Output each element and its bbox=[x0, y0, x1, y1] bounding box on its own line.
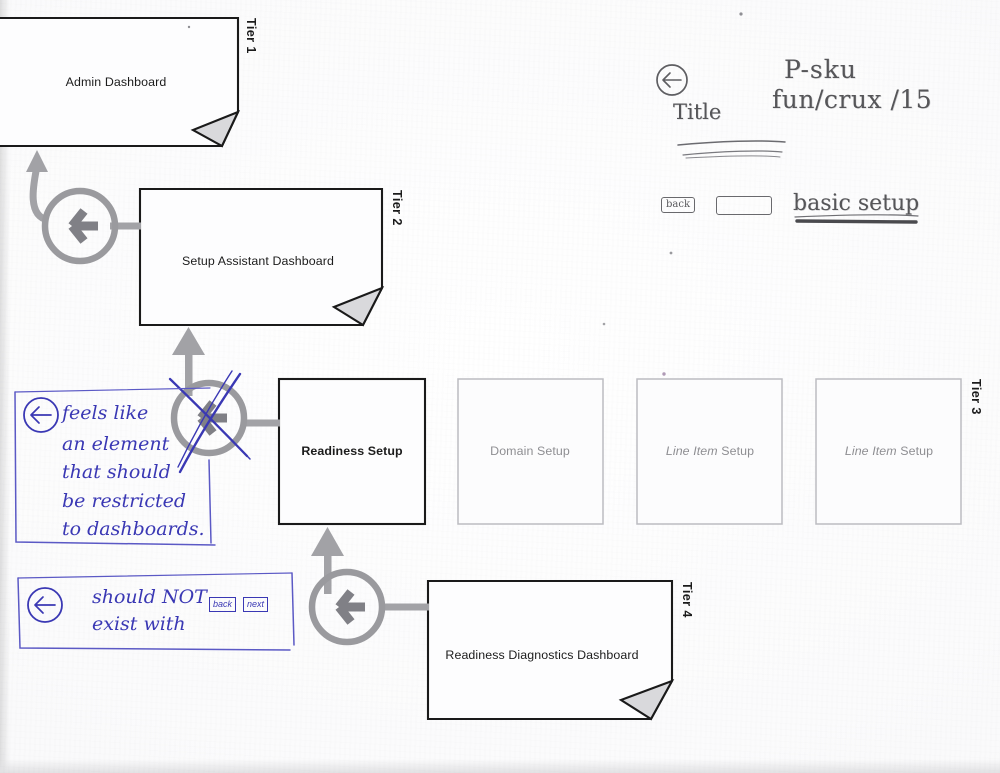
pencil-blank-button bbox=[716, 196, 772, 215]
ink-note-1-line-5: to dashboards. bbox=[62, 518, 205, 540]
pencil-title-underlines bbox=[677, 140, 786, 159]
pencil-heading-line-1: P-sku bbox=[784, 55, 857, 84]
paper-speck-3 bbox=[669, 251, 673, 255]
node-label-line-item-setup-1: Line Item Setup bbox=[666, 444, 754, 458]
node-label-readiness-setup: Readiness Setup bbox=[301, 444, 403, 458]
ink-note-1-back-arrow-glyph bbox=[30, 406, 52, 424]
ink-note-2-next-button: next bbox=[243, 597, 269, 612]
line-item-suffix-2: Setup bbox=[896, 444, 934, 458]
line-item-emphasis-1: Line Item bbox=[665, 444, 718, 458]
ink-note-1-line-4: be restricted bbox=[62, 490, 187, 512]
line-item-suffix-1: Setup bbox=[717, 444, 755, 458]
paper-speck-2 bbox=[739, 12, 743, 16]
ink-note-1-line-2: an element bbox=[62, 433, 170, 455]
tier-label-2: Tier 2 bbox=[390, 190, 404, 226]
pencil-heading-line-2: fun/crux /15 bbox=[772, 85, 933, 114]
diagram-stage: Admin Dashboard Setup Assistant Dashboar… bbox=[0, 0, 1000, 773]
ink-note-1-line-3: that should bbox=[62, 461, 171, 483]
pencil-back-arrow-glyph bbox=[662, 72, 682, 88]
paper-speck-4 bbox=[602, 322, 606, 326]
tier-label-1: Tier 1 bbox=[244, 18, 258, 54]
node-label-line-item-setup-2: Line Item Setup bbox=[845, 444, 933, 458]
tier-label-3: Tier 3 bbox=[969, 379, 983, 415]
pencil-back-button: back bbox=[661, 197, 696, 213]
node-label-domain-setup: Domain Setup bbox=[490, 444, 570, 458]
strike-out-mark-tier3 bbox=[168, 370, 251, 474]
node-label-admin-dashboard: Admin Dashboard bbox=[65, 75, 167, 89]
ink-note-2-back-arrow-glyph bbox=[34, 596, 56, 614]
line-item-emphasis-2: Line Item bbox=[844, 444, 897, 458]
pencil-title-word: Title bbox=[673, 100, 722, 124]
ink-note-2-line-2: exist with bbox=[92, 613, 186, 635]
ink-note-2-back-button: back bbox=[209, 597, 237, 612]
node-label-setup-assistant-dashboard: Setup Assistant Dashboard bbox=[182, 254, 334, 268]
tier-label-4: Tier 4 bbox=[680, 582, 694, 618]
ink-note-2-line-1: should NOT bbox=[92, 586, 207, 608]
pencil-caption: basic setup bbox=[793, 191, 920, 216]
paper-speck-1 bbox=[187, 25, 191, 29]
node-label-readiness-diagnostics-dashboard: Readiness Diagnostics Dashboard bbox=[445, 648, 639, 662]
paper-speck-5 bbox=[662, 372, 666, 376]
ink-note-1-line-1: feels like bbox=[62, 402, 149, 424]
